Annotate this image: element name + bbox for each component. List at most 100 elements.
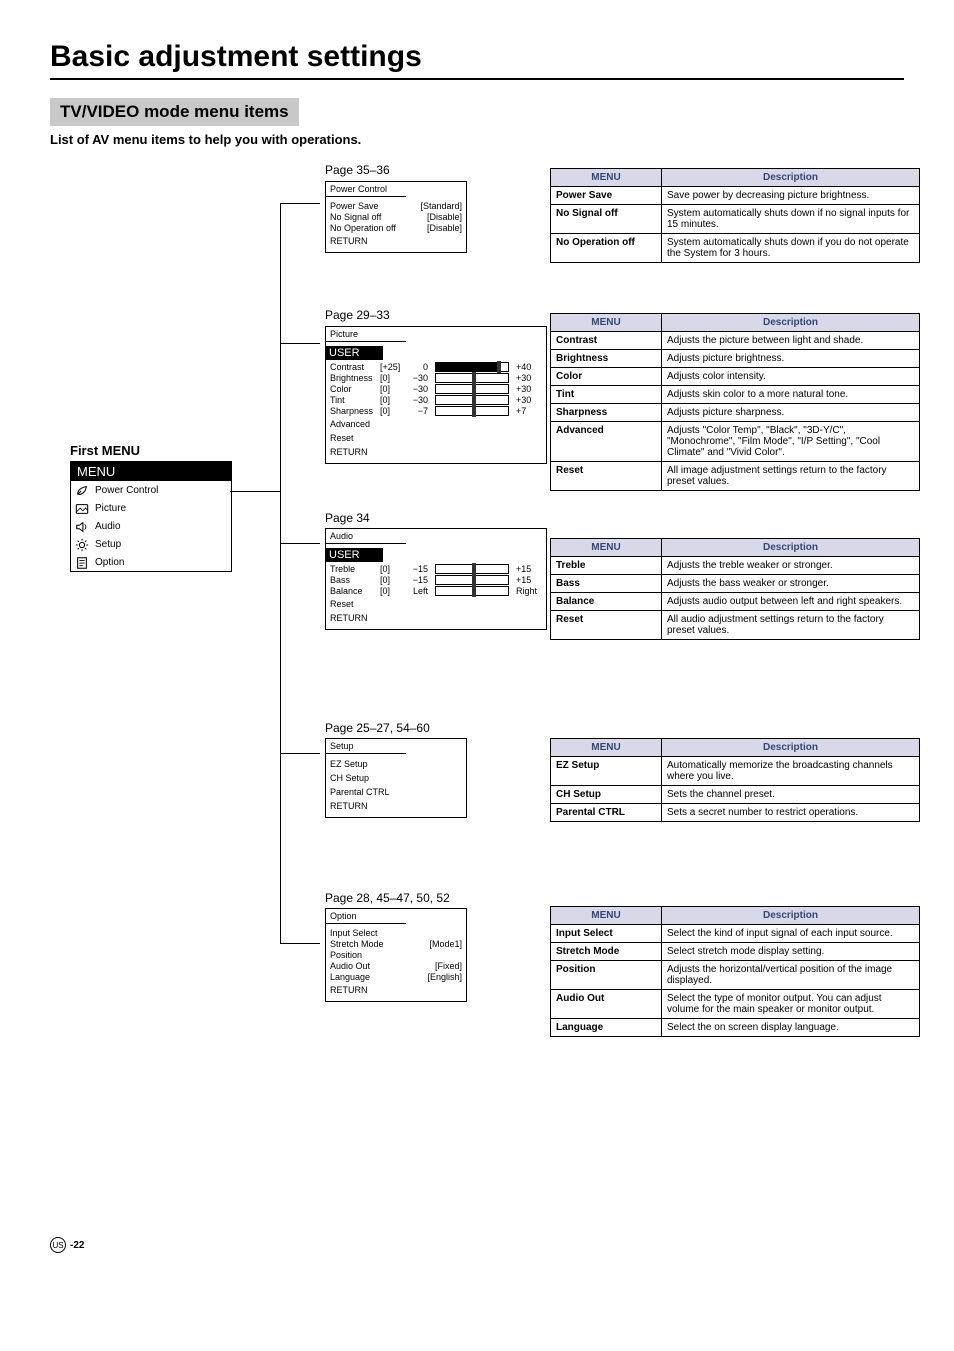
cell-desc: All audio adjustment settings return to … [662,611,920,640]
slider-row[interactable]: Color[0]−30+30 [330,384,542,394]
slider-track[interactable] [435,586,509,596]
table-row: ColorAdjusts color intensity. [551,368,920,386]
table-row: BrightnessAdjusts picture brightness. [551,350,920,368]
cell-desc: Adjusts picture brightness. [662,350,920,368]
osd-item[interactable]: Parental CTRL [330,785,462,799]
subtitle: List of AV menu items to help you with o… [50,132,904,147]
sidebar-item-audio[interactable]: Audio [71,517,231,535]
user-badge: USER [325,346,383,360]
sidebar-item-option[interactable]: Option [71,553,231,571]
first-menu-header: MENU [71,462,231,481]
osd-picture: Picture USER Contrast[+25]0+40Brightness… [325,326,547,464]
return-label[interactable]: RETURN [330,445,542,459]
slider-row[interactable]: Treble[0]−15+15 [330,564,542,574]
divider [50,78,904,80]
osd-row-label: No Signal off [330,212,381,222]
osd-power: Power Control Power Save [Standard] No Si… [325,181,467,253]
cell-menu: Parental CTRL [551,804,662,822]
cell-menu: EZ Setup [551,757,662,786]
osd-title: Setup [326,739,406,754]
sidebar-item-label: Setup [95,539,121,550]
slider-min: −30 [406,395,428,405]
slider-min: 0 [406,362,428,372]
sidebar-item-label: Option [95,557,124,568]
slider-track[interactable] [435,564,509,574]
cell-desc: Automatically memorize the broadcasting … [662,757,920,786]
osd-row-value: [Standard] [420,201,462,211]
slider-row[interactable]: Tint[0]−30+30 [330,395,542,405]
return-label[interactable]: RETURN [330,799,462,813]
slider-track[interactable] [435,362,509,372]
first-menu-label: First MENU [70,443,140,458]
cell-menu: Input Select [551,925,662,943]
connector [230,491,280,492]
connector [280,543,320,544]
osd-item[interactable]: EZ Setup [330,757,462,771]
osd-setup: Setup EZ Setup CH Setup Parental CTRL RE… [325,738,467,818]
return-label[interactable]: RETURN [330,983,462,997]
table-row: Parental CTRLSets a secret number to res… [551,804,920,822]
slider-track[interactable] [435,406,509,416]
slider-max: Right [516,586,542,596]
osd-row-label: Power Save [330,201,379,211]
slider-row[interactable]: Contrast[+25]0+40 [330,362,542,372]
osd-reset[interactable]: Reset [330,431,542,445]
cell-menu: Stretch Mode [551,943,662,961]
slider-row[interactable]: Balance[0]LeftRight [330,586,542,596]
connector [280,343,320,344]
th-desc: Description [662,739,920,757]
slider-current: [0] [380,564,402,574]
table-row: ContrastAdjusts the picture between ligh… [551,332,920,350]
th-menu: MENU [551,907,662,925]
table-row: PositionAdjusts the horizontal/vertical … [551,961,920,990]
table-power: MENUDescription Power SaveSave power by … [550,168,920,263]
slider-track[interactable] [435,384,509,394]
slider-track[interactable] [435,575,509,585]
slider-current: [0] [380,575,402,585]
page-ref: Page 28, 45–47, 50, 52 [325,891,450,905]
leaf-icon [75,484,89,498]
osd-row-label: Language [330,972,370,982]
sidebar-item-power[interactable]: Power Control [71,481,231,499]
osd-row-label: Input Select [330,928,378,938]
cell-desc: System automatically shuts down if no si… [662,205,920,234]
cell-desc: Adjusts "Color Temp", "Black", "3D-Y/C",… [662,422,920,462]
cell-menu: Contrast [551,332,662,350]
slider-row[interactable]: Brightness[0]−30+30 [330,373,542,383]
slider-label: Treble [330,564,376,574]
sidebar-item-setup[interactable]: Setup [71,535,231,553]
table-audio: MENUDescription TrebleAdjusts the treble… [550,538,920,640]
osd-title: Power Control [326,182,406,197]
slider-track[interactable] [435,373,509,383]
osd-item[interactable]: CH Setup [330,771,462,785]
slider-min: −15 [406,564,428,574]
table-row: Power SaveSave power by decreasing pictu… [551,187,920,205]
gear-icon [75,538,89,552]
table-row: No Operation offSystem automatically shu… [551,234,920,263]
cell-desc: Adjusts the horizontal/vertical position… [662,961,920,990]
slider-track[interactable] [435,395,509,405]
slider-min: −15 [406,575,428,585]
table-row: TintAdjusts skin color to a more natural… [551,386,920,404]
cell-menu: No Operation off [551,234,662,263]
sidebar-item-picture[interactable]: Picture [71,499,231,517]
return-label[interactable]: RETURN [330,234,462,248]
cell-menu: No Signal off [551,205,662,234]
cell-menu: Reset [551,611,662,640]
cell-menu: Advanced [551,422,662,462]
slider-row[interactable]: Sharpness[0]−7+7 [330,406,542,416]
slider-current: [0] [380,395,402,405]
slider-max: +30 [516,373,542,383]
table-picture: MENUDescription ContrastAdjusts the pict… [550,313,920,491]
cell-desc: Adjusts the treble weaker or stronger. [662,557,920,575]
table-row: AdvancedAdjusts "Color Temp", "Black", "… [551,422,920,462]
osd-reset[interactable]: Reset [330,597,542,611]
osd-advanced[interactable]: Advanced [330,417,542,431]
return-label[interactable]: RETURN [330,611,542,625]
table-row: Input SelectSelect the kind of input sig… [551,925,920,943]
th-desc: Description [662,314,920,332]
connector-vertical [280,203,282,943]
sidebar-item-label: Audio [95,521,121,532]
slider-row[interactable]: Bass[0]−15+15 [330,575,542,585]
slider-label: Contrast [330,362,376,372]
